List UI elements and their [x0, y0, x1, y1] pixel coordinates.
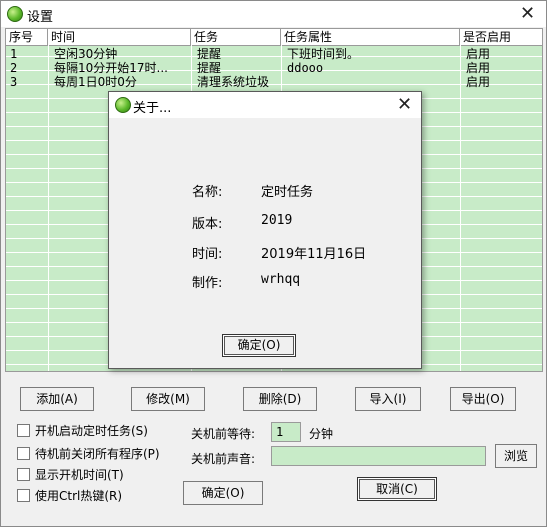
author-label: 制作:: [192, 276, 223, 291]
import-button[interactable]: 导入(I): [355, 387, 421, 411]
title-bar: 设置 ✕: [1, 1, 546, 27]
ctrl-hotkey-checkbox[interactable]: [17, 489, 30, 502]
close-programs-checkbox[interactable]: [17, 447, 30, 460]
table-row[interactable]: 2 每隔10分开始17时... 提醒 ddooo 启用: [6, 61, 542, 75]
cell-task: 清理系统垃圾: [197, 75, 270, 89]
close-programs-label: 待机前关闭所有程序(P): [35, 447, 160, 461]
table-row[interactable]: 3 每周1日0时0分 清理系统垃圾 启用: [6, 75, 542, 89]
edit-button[interactable]: 修改(M): [131, 387, 205, 411]
app-icon: [115, 97, 131, 113]
cell-enabled: 启用: [466, 47, 491, 61]
cell-index: 1: [10, 47, 18, 61]
table-header: 序号 时间 任务 任务属性 是否启用: [6, 29, 542, 46]
export-button[interactable]: 导出(O): [450, 387, 516, 411]
cell-properties: 下班时间到。: [287, 47, 360, 61]
show-boot-time-label: 显示开机时间(T): [35, 468, 124, 482]
author-value: wrhqq: [261, 272, 301, 287]
browse-button[interactable]: 浏览: [495, 444, 537, 468]
wait-unit-label: 分钟: [309, 427, 334, 441]
add-button[interactable]: 添加(A): [20, 387, 94, 411]
cell-task: 提醒: [197, 47, 222, 61]
window-title: 设置: [27, 10, 54, 25]
cancel-button[interactable]: 取消(C): [357, 477, 437, 501]
app-icon: [7, 6, 23, 22]
cell-time: 空闲30分钟: [54, 47, 118, 61]
cell-properties: ddooo: [287, 61, 324, 75]
name-label: 名称:: [192, 185, 223, 200]
grid-line: [48, 45, 49, 371]
column-header-enabled[interactable]: 是否启用: [460, 29, 542, 45]
startup-tasks-label: 开机启动定时任务(S): [35, 424, 148, 438]
about-title: 关于...: [133, 101, 172, 116]
name-value: 定时任务: [261, 185, 314, 200]
close-icon[interactable]: ✕: [397, 96, 412, 114]
column-header-properties[interactable]: 任务属性: [281, 29, 460, 45]
cell-enabled: 启用: [466, 61, 491, 75]
startup-tasks-checkbox[interactable]: [17, 424, 30, 437]
close-icon[interactable]: ✕: [520, 5, 535, 23]
show-boot-time-checkbox[interactable]: [17, 468, 30, 481]
cell-task: 提醒: [197, 61, 222, 75]
sound-path-input[interactable]: [271, 446, 486, 466]
cell-properties: [283, 75, 464, 89]
about-dialog: 关于... ✕ 名称: 定时任务 版本: 2019 时间: 2019年11月16…: [108, 91, 422, 369]
cell-time: 每周1日0时0分: [54, 75, 137, 89]
cell-index: 2: [10, 61, 18, 75]
about-title-bar: 关于... ✕: [109, 92, 421, 118]
cell-index: 3: [10, 75, 18, 89]
sound-label: 关机前声音:: [191, 452, 256, 466]
date-value: 2019年11月16日: [261, 247, 367, 262]
delete-button[interactable]: 删除(D): [243, 387, 317, 411]
about-ok-button[interactable]: 确定(O): [222, 334, 296, 357]
cell-enabled: 启用: [466, 75, 491, 89]
grid-line: [460, 45, 461, 371]
version-label: 版本:: [192, 217, 223, 232]
ok-button[interactable]: 确定(O): [183, 481, 263, 505]
date-label: 时间:: [192, 247, 223, 262]
ctrl-hotkey-label: 使用Ctrl热键(R): [35, 489, 123, 503]
column-header-index[interactable]: 序号: [6, 29, 48, 45]
wait-minutes-input[interactable]: 1: [271, 422, 301, 442]
table-row[interactable]: 1 空闲30分钟 提醒 下班时间到。 启用: [6, 47, 542, 61]
wait-label: 关机前等待:: [191, 427, 256, 441]
column-header-time[interactable]: 时间: [48, 29, 191, 45]
column-header-task[interactable]: 任务: [191, 29, 281, 45]
version-value: 2019: [261, 213, 293, 228]
cell-time: 每隔10分开始17时...: [54, 61, 168, 75]
